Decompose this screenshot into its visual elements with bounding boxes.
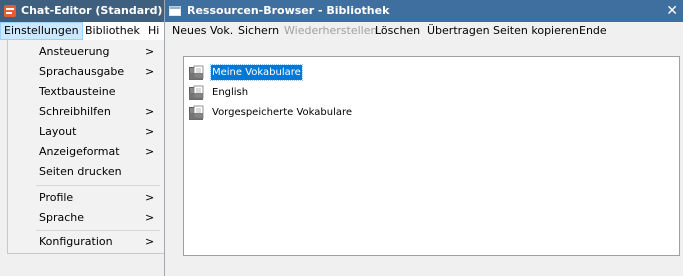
ressourcen-browser-window: Ressourcen-Browser - Bibliothek ✕ Neues … [164,0,683,276]
list-item-label: Vorgespeicherte Vokabulare [212,107,353,118]
dropdown-item-seiten-drucken[interactable]: Seiten drucken [8,162,163,182]
dropdown-item-label: Seiten drucken [39,165,122,178]
dropdown-item-layout[interactable]: Layout > [8,122,163,142]
list-item-label: English [212,87,249,98]
chat-editor-titlebar[interactable]: Chat-Editor (Standard) [0,0,164,22]
submenu-arrow-icon: > [145,191,155,204]
menu-hilfe[interactable]: Hi [145,22,162,40]
submenu-arrow-icon: > [145,45,155,58]
dropdown-item-sprachausgabe[interactable]: Sprachausgabe > [8,62,163,82]
menu-einstellungen[interactable]: Einstellungen [0,22,83,40]
app-icon [4,5,16,17]
menu-neues-vok[interactable]: Neues Vok. [172,22,233,40]
menu-uebertragen[interactable]: Übertragen [427,22,490,40]
menu-wiederherstellen[interactable]: Wiederherstellen [284,22,377,40]
folder-document-icon [189,65,204,80]
dropdown-item-label: Schreibhilfen [39,105,111,118]
submenu-arrow-icon: > [145,211,155,224]
folder-document-icon [189,85,204,100]
dropdown-item-label: Sprachausgabe [39,65,125,78]
ressourcen-browser-menubar: Neues Vok. Sichern Wiederherstellen Lösc… [165,22,683,40]
dropdown-item-anzeigeformat[interactable]: Anzeigeformat > [8,142,163,162]
menu-separator [36,185,160,186]
dropdown-item-label: Layout [39,125,77,138]
einstellungen-dropdown: Ansteuerung > Sprachausgabe > Textbauste… [7,40,164,254]
submenu-arrow-icon: > [145,145,155,158]
chat-editor-title: Chat-Editor (Standard) [21,4,163,17]
dropdown-item-label: Konfiguration [39,235,113,248]
dropdown-item-label: Sprache [39,211,85,224]
ressourcen-browser-titlebar[interactable]: Ressourcen-Browser - Bibliothek ✕ [165,0,683,22]
library-list[interactable]: Meine Vokabulare English Vorgespeicherte… [183,56,680,256]
menu-separator [36,230,160,231]
dropdown-item-konfiguration[interactable]: Konfiguration > [8,232,163,252]
dropdown-item-profile[interactable]: Profile > [8,188,163,208]
dropdown-item-schreibhilfen[interactable]: Schreibhilfen > [8,102,163,122]
chat-editor-window: Chat-Editor (Standard) Einstellungen Bib… [0,0,164,276]
menu-bibliothek[interactable]: Bibliothek [82,22,143,40]
menu-sichern[interactable]: Sichern [238,22,279,40]
close-icon[interactable]: ✕ [666,0,678,22]
dropdown-item-label: Ansteuerung [39,45,110,58]
dropdown-item-label: Textbausteine [39,85,116,98]
menu-ende[interactable]: Ende [579,22,607,40]
dropdown-item-textbausteine[interactable]: Textbausteine [8,82,163,102]
submenu-arrow-icon: > [145,105,155,118]
chat-editor-menubar: Einstellungen Bibliothek Hi [0,22,164,40]
submenu-arrow-icon: > [145,125,155,138]
chat-editor-background [0,258,164,276]
dropdown-item-label: Anzeigeformat [39,145,120,158]
ressourcen-browser-title: Ressourcen-Browser - Bibliothek [187,4,390,17]
list-item-label: Meine Vokabulare [210,64,303,81]
dropdown-item-ansteuerung[interactable]: Ansteuerung > [8,42,163,62]
dropdown-item-label: Profile [39,191,74,204]
menu-seiten-kopieren[interactable]: Seiten kopieren [493,22,579,40]
dropdown-item-sprache[interactable]: Sprache > [8,208,163,228]
folder-document-icon [189,105,204,120]
window-icon [169,6,181,16]
submenu-arrow-icon: > [145,65,155,78]
menu-loeschen[interactable]: Löschen [375,22,420,40]
submenu-arrow-icon: > [145,235,155,248]
